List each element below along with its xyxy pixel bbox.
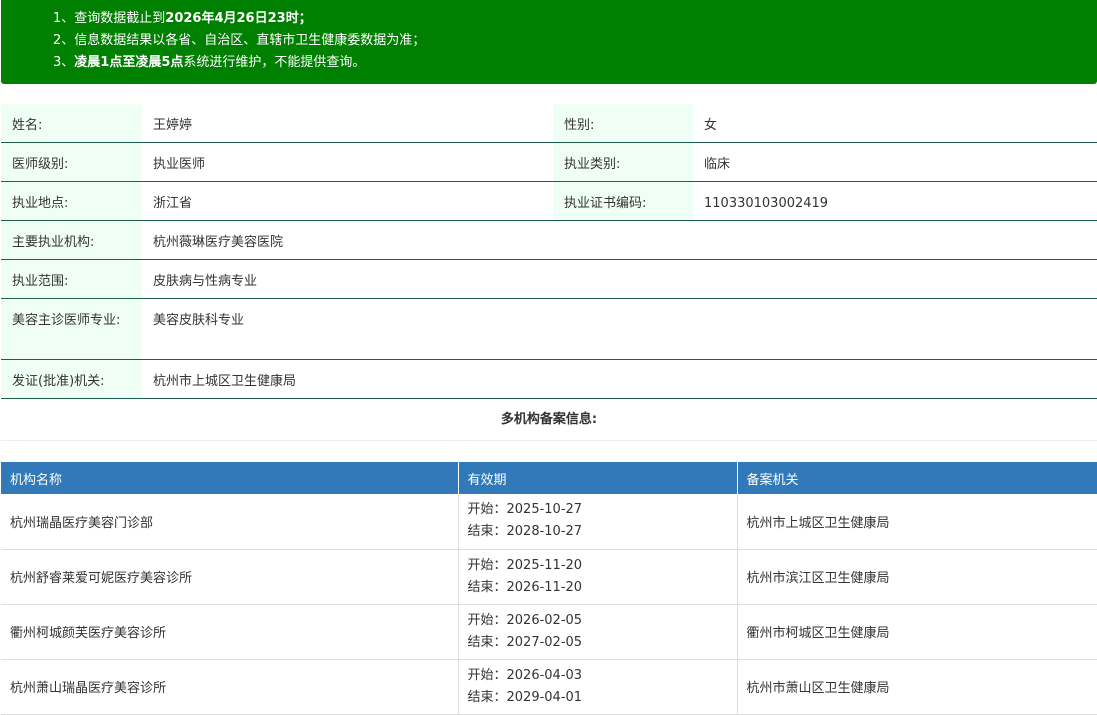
level-label: 医师级别: <box>1 143 142 181</box>
validity-end: 结束：2029-04-01 <box>467 689 583 705</box>
col-header-institution: 机构名称 <box>1 462 459 494</box>
notice-line-1: 1、查询数据截止到2026年4月26日23时； <box>53 8 1097 30</box>
gender-label: 性别: <box>553 104 693 142</box>
institution-name: 杭州瑞晶医疗美容门诊部 <box>1 494 459 550</box>
info-row: 美容主诊医师专业: 美容皮肤科专业 <box>1 299 1097 360</box>
validity-start: 开始：2025-11-20 <box>467 557 583 573</box>
institution-name: 杭州舒睿莱爱可妮医疗美容诊所 <box>1 549 459 605</box>
notice-text: 1、查询数据截止到 <box>53 11 166 26</box>
info-row: 主要执业机构: 杭州薇琳医疗美容医院 <box>1 221 1097 260</box>
category-label: 执业类别: <box>553 143 693 181</box>
filing-authority: 衢州市柯城区卫生健康局 <box>737 604 1097 660</box>
cert-value: 110330103002419 <box>704 196 829 211</box>
notice-line-2: 2、信息数据结果以各省、自治区、直辖市卫生健康委数据为准； <box>53 30 1097 52</box>
info-row: 执业地点: 浙江省 执业证书编码: 110330103002419 <box>1 182 1097 221</box>
scope-label: 执业范围: <box>1 260 142 298</box>
location-label: 执业地点: <box>1 182 142 220</box>
table-row: 杭州萧山瑞晶医疗美容诊所 开始：2026-04-03 结束：2029-04-01 … <box>1 659 1097 715</box>
filing-authority: 杭州市萧山区卫生健康局 <box>737 659 1097 715</box>
notice-line-3: 3、凌晨1点至凌晨5点系统进行维护，不能提供查询。 <box>53 52 1097 74</box>
validity-start: 开始：2026-02-05 <box>467 612 583 628</box>
filing-authority: 杭州市上城区卫生健康局 <box>737 494 1097 550</box>
validity-start: 开始：2026-04-03 <box>467 667 583 683</box>
issuer-label: 发证(批准)机关: <box>1 360 142 398</box>
gender-value: 女 <box>704 118 718 133</box>
info-row: 姓名: 王婷婷 性别: 女 <box>1 104 1097 143</box>
notice-text: 3、 <box>53 55 75 70</box>
validity-cell: 开始：2026-02-05 结束：2027-02-05 <box>458 604 738 660</box>
notice-bold-text: ； <box>298 11 312 26</box>
category-value: 临床 <box>704 157 731 172</box>
table-row: 杭州舒睿莱爱可妮医疗美容诊所 开始：2025-11-20 结束：2026-11-2… <box>1 549 1097 605</box>
notice-bold-text: 凌晨1点至凌晨5点 <box>74 55 184 70</box>
table-header-row: 机构名称 有效期 备案机关 <box>1 462 1097 494</box>
validity-start: 开始：2025-10-27 <box>467 502 583 518</box>
validity-cell: 开始：2026-04-03 结束：2029-04-01 <box>458 659 738 715</box>
validity-end: 结束：2027-02-05 <box>467 634 583 650</box>
info-row: 发证(批准)机关: 杭州市上城区卫生健康局 <box>1 360 1097 399</box>
notice-text: 2、信息数据结果以各省、自治区、直辖市卫生健康委数据为准； <box>53 33 426 48</box>
info-row: 医师级别: 执业医师 执业类别: 临床 <box>1 143 1097 182</box>
col-header-validity: 有效期 <box>458 462 738 494</box>
level-value: 执业医师 <box>153 157 206 172</box>
validity-cell: 开始：2025-11-20 结束：2026-11-20 <box>458 549 738 605</box>
validity-end: 结束：2026-11-20 <box>467 579 583 595</box>
institution-label: 主要执业机构: <box>1 221 142 259</box>
validity-end: 结束：2028-10-27 <box>467 524 583 540</box>
name-value: 王婷婷 <box>153 118 193 133</box>
cert-label: 执业证书编码: <box>553 182 693 220</box>
info-row: 执业范围: 皮肤病与性病专业 <box>1 260 1097 299</box>
table-row: 杭州瑞晶医疗美容门诊部 开始：2025-10-27 结束：2028-10-27 杭… <box>1 494 1097 550</box>
notice-bold-text: 2026年4月26日23时 <box>165 11 299 26</box>
validity-cell: 开始：2025-10-27 结束：2028-10-27 <box>458 494 738 550</box>
notice-banner: 1、查询数据截止到2026年4月26日23时； 2、信息数据结果以各省、自治区、… <box>1 0 1097 84</box>
location-value: 浙江省 <box>153 196 193 211</box>
beauty-value: 美容皮肤科专业 <box>153 313 245 328</box>
institution-value: 杭州薇琳医疗美容医院 <box>153 235 284 250</box>
scope-value: 皮肤病与性病专业 <box>153 274 258 289</box>
col-header-authority: 备案机关 <box>737 462 1097 494</box>
filing-authority: 杭州市滨江区卫生健康局 <box>737 549 1097 605</box>
notice-text: 系统进行维护，不能提供查询。 <box>183 55 366 70</box>
multi-institution-table: 机构名称 有效期 备案机关 杭州瑞晶医疗美容门诊部 开始：2025-10-27 结… <box>1 462 1097 715</box>
beauty-label: 美容主诊医师专业: <box>1 299 142 359</box>
institution-name: 杭州萧山瑞晶医疗美容诊所 <box>1 659 459 715</box>
institution-name: 衢州柯城颜芙医疗美容诊所 <box>1 604 459 660</box>
issuer-value: 杭州市上城区卫生健康局 <box>153 374 297 389</box>
table-row: 衢州柯城颜芙医疗美容诊所 开始：2026-02-05 结束：2027-02-05 … <box>1 604 1097 660</box>
multi-institution-title: 多机构备案信息: <box>1 399 1097 441</box>
name-label: 姓名: <box>1 104 142 142</box>
doctor-info-table: 姓名: 王婷婷 性别: 女 医师级别: 执业医师 执业类别: 临床 执业地点: … <box>1 104 1097 399</box>
